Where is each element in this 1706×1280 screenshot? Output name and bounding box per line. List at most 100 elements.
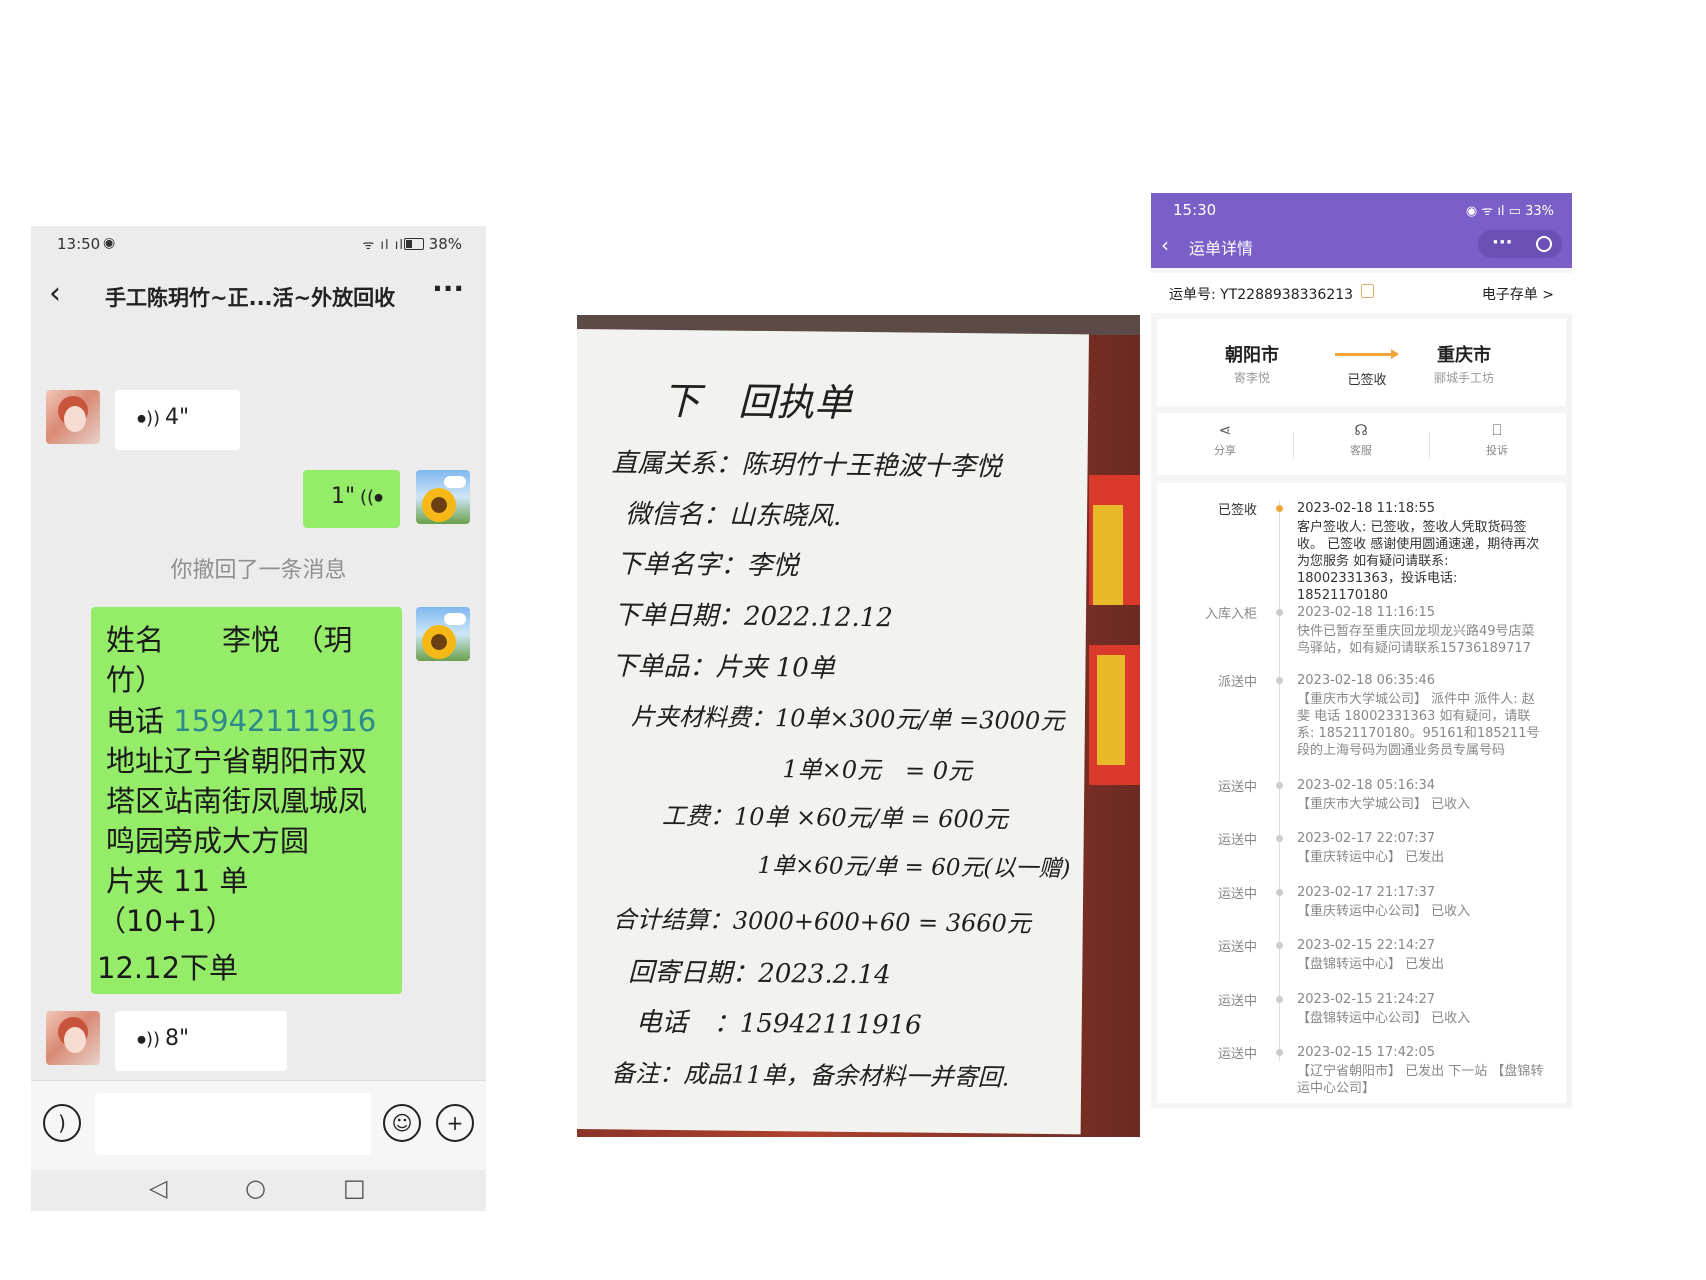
event-desc: 【辽宁省朝阳市】 已发出 下一站 【盘锦转运中心公司】: [1297, 1064, 1544, 1096]
timeline-dot: [1276, 942, 1283, 949]
chat-title: 手工陈玥竹~正...活~外放回收: [105, 286, 396, 310]
service-label: 客服: [1350, 444, 1372, 457]
battery-percent: 33%: [1525, 204, 1554, 219]
receipt-line: 微信名：山东晓风.: [624, 499, 842, 532]
address-message[interactable]: 姓名 李悦 （玥 竹） 电话 15942111916 地址辽宁省朝阳市双 塔区站…: [91, 607, 402, 994]
mini-program-capsule: ···: [1478, 230, 1562, 258]
back-icon[interactable]: ‹: [49, 276, 61, 311]
event-status: 运送中: [1217, 780, 1257, 795]
complaint-icon: ⎕: [1492, 421, 1502, 439]
timeline-dot: [1276, 609, 1283, 616]
timeline-dot: [1276, 1049, 1283, 1056]
event-time: 2023-02-18 06:35:46: [1297, 673, 1436, 688]
receipt-line: 工费：10单 ×60元/单 = 600元: [661, 801, 1009, 834]
event-status: 运送中: [1217, 887, 1257, 902]
page-title: 运单详情: [1189, 239, 1254, 258]
msg-address-2: 塔区站南街凤凰城凤: [106, 784, 368, 818]
timeline-dot: [1276, 835, 1283, 842]
event-status: 入库入柜: [1204, 607, 1257, 622]
signal-icon: ᯤ ıl ıl: [362, 238, 404, 253]
voice-input-icon[interactable]: ): [43, 1104, 81, 1142]
receipt-line: 合计结算：3000+600+60 = 3660元: [612, 905, 1032, 938]
status-time: 13:50: [57, 235, 101, 253]
route-card: 朝阳市 寄李悦 已签收 重庆市 郦城手工坊: [1157, 319, 1566, 406]
recalled-notice: 你撤回了一条消息: [170, 558, 347, 583]
voice-duration: 1": [331, 484, 356, 509]
event-time: 2023-02-18 11:18:55: [1297, 501, 1436, 516]
close-target-icon[interactable]: [1536, 236, 1552, 252]
chat-screenshot: 13:50 ◉ ᯤ ıl ıl 38% ‹ 手工陈玥竹~正...活~外放回收 ·…: [31, 226, 486, 1211]
msg-phone-row: 电话 15942111916: [106, 698, 376, 740]
my-avatar[interactable]: [416, 607, 470, 661]
event-time: 2023-02-15 17:42:05: [1297, 1045, 1436, 1060]
share-label: 分享: [1214, 444, 1236, 457]
logistics-app-screenshot: 15:30 ◉ ᯤ ıl ▭ 33% ‹ 运单详情 ··· 运单号: YT228…: [1151, 193, 1572, 1108]
msg-phone-label: 电话: [106, 704, 174, 738]
from-city: 朝阳市: [1225, 345, 1279, 366]
event-time: 2023-02-15 21:24:27: [1297, 992, 1436, 1007]
event-status: 运送中: [1217, 1047, 1257, 1062]
event-status: 派送中: [1217, 675, 1257, 690]
receipt-line: 下单品：片夹 10单: [611, 651, 835, 684]
contact-avatar[interactable]: [46, 1011, 100, 1065]
receipt-line: 1单×0元 = 0元: [782, 755, 973, 786]
share-button[interactable]: ⋖ 分享: [1157, 421, 1293, 458]
contact-avatar[interactable]: [46, 390, 100, 444]
complaint-button[interactable]: ⎕ 投诉: [1429, 421, 1565, 458]
nav-back-icon[interactable]: ◁: [149, 1174, 167, 1202]
msg-phone[interactable]: 15942111916: [173, 704, 376, 738]
event-desc: 【重庆市大学城公司】 已收入: [1297, 797, 1471, 812]
nav-home-icon[interactable]: ○: [245, 1174, 266, 1202]
back-icon[interactable]: ‹: [1161, 233, 1169, 257]
voice-duration: 8": [165, 1026, 190, 1051]
timeline-dot: [1276, 782, 1283, 789]
voice-icon: ((⦁: [360, 487, 384, 508]
route-arrow-icon: [1335, 349, 1399, 359]
status-time: 15:30: [1173, 201, 1217, 219]
msg-address-1: 地址辽宁省朝阳市双: [106, 744, 368, 778]
copy-icon[interactable]: [1361, 284, 1374, 298]
voice-message-out[interactable]: 1" ((⦁: [303, 470, 400, 528]
nav-recents-icon[interactable]: □: [343, 1174, 366, 1202]
voice-icon: ⦁)): [137, 1029, 161, 1050]
receiver-name: 郦城手工坊: [1433, 371, 1494, 385]
event-desc: 【重庆转运中心】 已发出: [1297, 850, 1445, 865]
msg-name-cont: 竹）: [106, 663, 165, 697]
msg-qty: （10+1）: [97, 904, 235, 938]
event-status: 运送中: [1217, 833, 1257, 848]
e-receipt-link[interactable]: 电子存单 >: [1482, 284, 1554, 304]
event-status: 运送中: [1217, 994, 1257, 1009]
event-status: 已签收: [1217, 503, 1257, 518]
receipt-line: 下单名字：李悦: [616, 549, 799, 582]
event-time: 2023-02-17 22:07:37: [1297, 831, 1436, 846]
sender-name: 寄李悦: [1233, 371, 1270, 385]
voice-message-in[interactable]: ⦁)) 8": [115, 1011, 287, 1071]
event-desc: 【盘锦转运中心】 已发出: [1297, 957, 1445, 972]
system-nav-bar: ◁ ○ □: [31, 1170, 486, 1211]
eye-icon: ◉: [103, 235, 116, 251]
delivery-status: 已签收: [1347, 373, 1387, 388]
battery-icon: [404, 238, 424, 250]
timeline-dot: [1276, 505, 1283, 512]
timeline-dot: [1276, 677, 1283, 684]
input-bar: ) ☺ +: [31, 1080, 486, 1171]
service-button[interactable]: ☊ 客服: [1293, 421, 1429, 458]
add-icon[interactable]: +: [436, 1104, 474, 1142]
more-icon[interactable]: ···: [1492, 232, 1513, 253]
my-avatar[interactable]: [416, 470, 470, 524]
waybill-number: 运单号: YT2288938336213: [1169, 287, 1354, 303]
event-desc: 快件已暂存至重庆回龙坝龙兴路49号店菜鸟驿站，如有疑问请联系1573618971…: [1297, 624, 1535, 656]
status-bar: 13:50 ◉ ᯤ ıl ıl 38%: [31, 226, 486, 262]
to-city: 重庆市: [1437, 345, 1491, 366]
voice-message-in[interactable]: ⦁)) 4": [115, 390, 240, 450]
event-status: 运送中: [1217, 940, 1257, 955]
voice-icon: ⦁)): [137, 408, 161, 429]
emoji-icon[interactable]: ☺: [383, 1104, 421, 1142]
message-input[interactable]: [95, 1093, 371, 1155]
more-icon[interactable]: ···: [432, 272, 464, 305]
event-time: 2023-02-17 21:17:37: [1297, 885, 1436, 900]
complaint-label: 投诉: [1486, 444, 1508, 457]
receipt-line: 片夹材料费：10单×300元/单 =3000元: [630, 702, 1065, 736]
event-desc: 【盘锦转运中心公司】 已收入: [1297, 1011, 1471, 1026]
msg-date: 12.12下单: [97, 951, 239, 985]
